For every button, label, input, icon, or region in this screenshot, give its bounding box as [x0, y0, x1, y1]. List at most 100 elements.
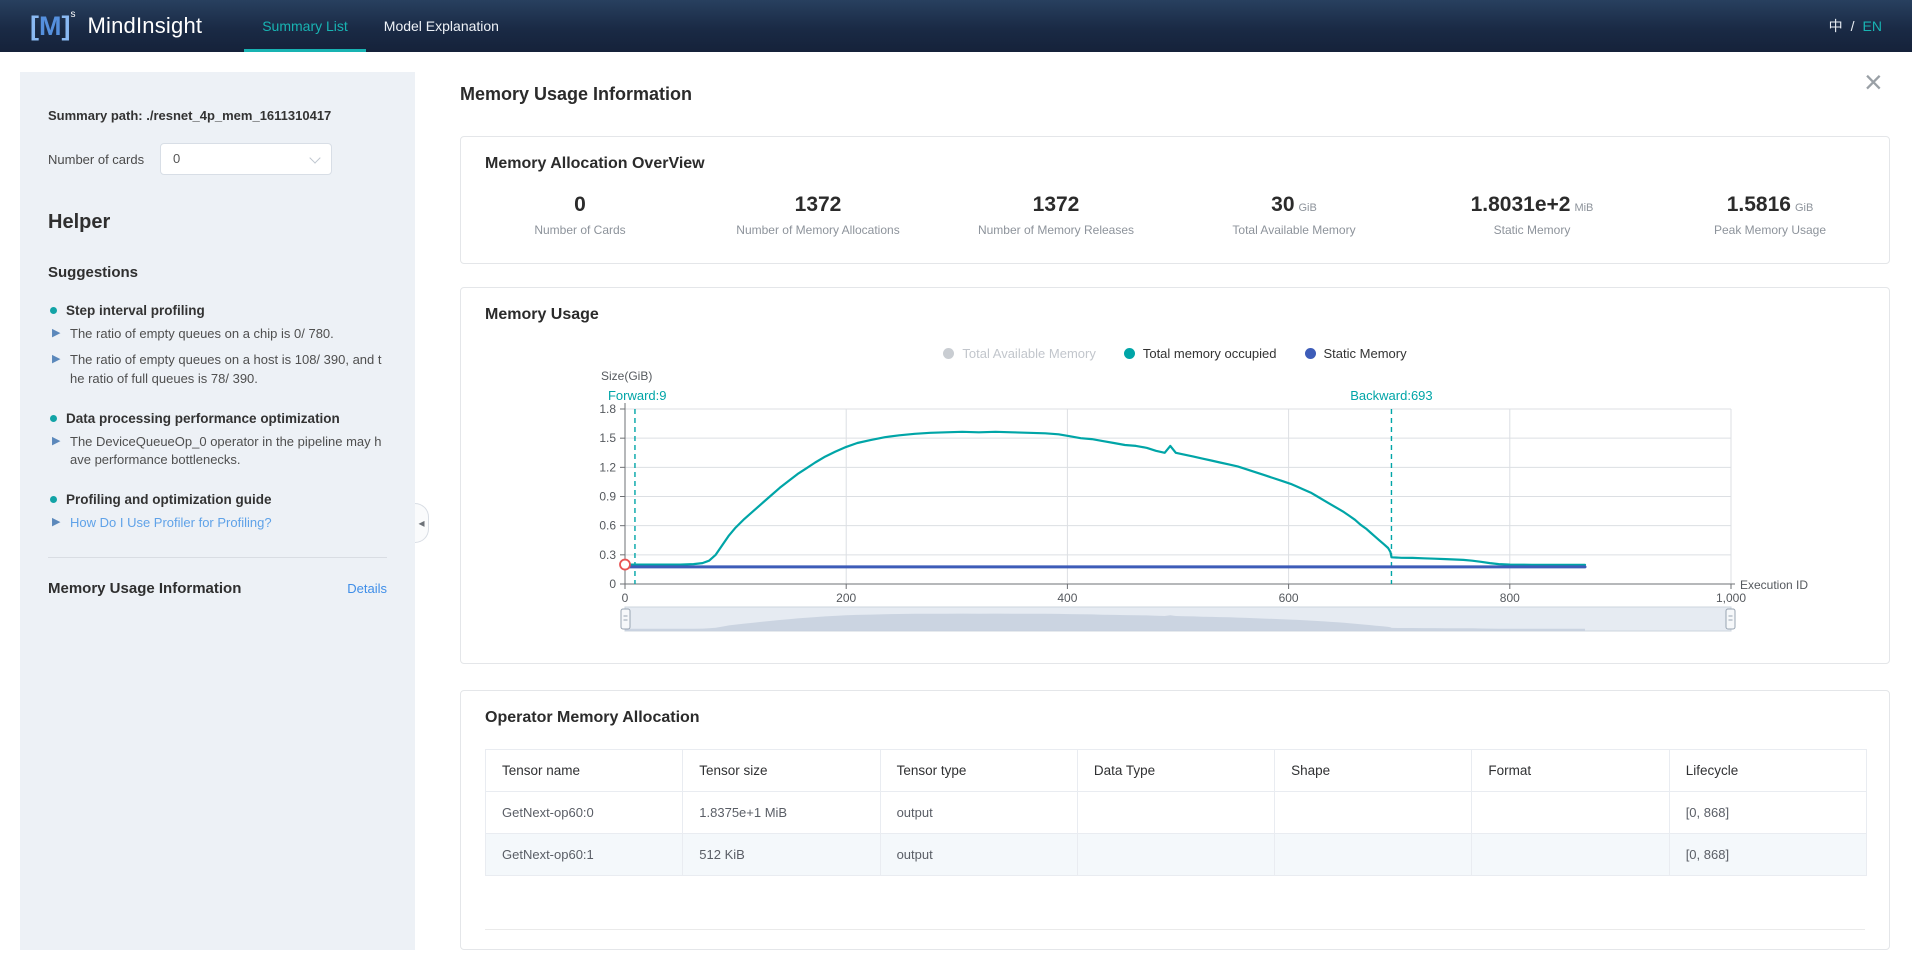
- logo-m: M: [39, 11, 62, 41]
- tab-summary-list[interactable]: Summary List: [244, 0, 366, 52]
- stat-label: Peak Memory Usage: [1651, 223, 1889, 237]
- suggestion-link-text: How Do I Use Profiler for Profiling?: [70, 515, 272, 530]
- y-tick-label: 0.3: [599, 548, 616, 562]
- slider-handle-grip: [1726, 609, 1735, 629]
- stat-value-line: 30 GiB: [1175, 193, 1413, 217]
- stat-item: 1.5816 GiB Peak Memory Usage: [1651, 193, 1889, 237]
- stat-value: 30: [1271, 193, 1294, 216]
- lang-en[interactable]: EN: [1863, 18, 1882, 34]
- close-icon[interactable]: ×: [1864, 66, 1883, 98]
- stat-item: 0Number of Cards: [461, 193, 699, 237]
- table-cell: output: [880, 792, 1077, 834]
- stat-value-line: 1372: [699, 193, 937, 217]
- suggestion-group: Profiling and optimization guide ▶How Do …: [48, 492, 387, 533]
- legend-label: Total memory occupied: [1143, 346, 1277, 361]
- suggestion-group-title: Step interval profiling: [48, 303, 387, 318]
- bullet-dot-icon: [50, 496, 57, 503]
- stat-label: Number of Memory Releases: [937, 223, 1175, 237]
- stat-value-line: 1372: [937, 193, 1175, 217]
- language-switcher: 中 / EN: [1829, 16, 1882, 36]
- chart-legend: Total Available Memory Total memory occup…: [461, 346, 1889, 361]
- table-header-row: Tensor nameTensor sizeTensor typeData Ty…: [486, 750, 1867, 792]
- bullet-dot-icon: [50, 415, 57, 422]
- x-tick-label: 400: [1057, 591, 1077, 605]
- table-cell: [1077, 792, 1274, 834]
- chevron-down-icon: [309, 152, 320, 163]
- stat-unit: MiB: [1574, 202, 1593, 214]
- stat-item: 30GiBTotal Available Memory: [1175, 193, 1413, 237]
- tab-model-explanation[interactable]: Model Explanation: [366, 0, 517, 52]
- overview-stats-row: 0Number of Cards1372Number of Memory All…: [461, 193, 1889, 237]
- table-cell: 1.8375e+1 MiB: [683, 792, 880, 834]
- stat-value: 1.5816: [1727, 193, 1791, 216]
- chevron-left-icon: ◂: [418, 516, 424, 530]
- triangle-right-icon: ▶: [52, 352, 60, 368]
- bullet-dot-icon: [50, 307, 57, 314]
- legend-label: Total Available Memory: [962, 346, 1095, 361]
- suggestion-item: ▶The ratio of empty queues on a chip is …: [48, 325, 387, 344]
- table-cell: [1472, 834, 1669, 876]
- stat-value: 0: [574, 193, 586, 216]
- table-cell: 512 KiB: [683, 834, 880, 876]
- suggestion-group-title-text: Step interval profiling: [66, 303, 205, 318]
- suggestion-group-title: Profiling and optimization guide: [48, 492, 387, 507]
- x-tick-label: 600: [1279, 591, 1299, 605]
- suggestion-item-text: The ratio of empty queues on a chip is 0…: [70, 326, 334, 341]
- memory-usage-card-title: Memory Usage: [485, 306, 599, 324]
- triangle-right-icon: ▶: [52, 434, 60, 450]
- table-cell: [1077, 834, 1274, 876]
- legend-label: Static Memory: [1324, 346, 1407, 361]
- stat-item: 1.8031e+2MiBStatic Memory: [1413, 193, 1651, 237]
- y-tick-label: 1.2: [599, 460, 616, 474]
- logo-bracket-right: ]: [62, 11, 71, 41]
- legend-item-total-memory-occupied[interactable]: Total memory occupied: [1124, 346, 1277, 361]
- memory-allocation-overview-card: Memory Allocation OverView 0Number of Ca…: [460, 136, 1890, 264]
- logo-superscript: s: [71, 9, 76, 20]
- chart-datazoom-slider[interactable]: [617, 605, 1739, 633]
- x-tick-label: 0: [622, 591, 629, 605]
- table-cell: [1275, 834, 1472, 876]
- lang-separator: /: [1851, 18, 1855, 34]
- table-row: GetNext-op60:1512 KiBoutput[0, 868]: [486, 834, 1867, 876]
- legend-dot-icon: [943, 348, 954, 359]
- y-tick-label: 1.5: [599, 431, 616, 445]
- slider-handle-right[interactable]: [1726, 609, 1735, 629]
- mindinsight-logo-icon[interactable]: [M]s: [30, 11, 76, 41]
- col-header-tensor-name: Tensor name: [486, 750, 683, 792]
- number-of-cards-select[interactable]: 0: [160, 143, 332, 175]
- number-of-cards-value: 0: [173, 151, 180, 166]
- logo-bracket-left: [: [30, 11, 39, 41]
- operator-memory-table: Tensor nameTensor sizeTensor typeData Ty…: [485, 749, 1867, 876]
- suggestion-item-text: The DeviceQueueOp_0 operator in the pipe…: [70, 434, 381, 468]
- sidebar-collapse-handle[interactable]: ◂: [415, 503, 429, 543]
- slider-handle-left[interactable]: [621, 609, 630, 629]
- summary-path: Summary path: ./resnet_4p_mem_1611310417: [48, 108, 387, 123]
- x-tick-label: 1,000: [1716, 591, 1746, 605]
- stat-item: 1372 Number of Memory Releases: [937, 193, 1175, 237]
- operator-memory-allocation-card: Operator Memory Allocation Tensor nameTe…: [460, 690, 1890, 950]
- stat-unit: GiB: [1795, 202, 1813, 214]
- stat-unit: GiB: [1299, 202, 1317, 214]
- profiler-guide-link[interactable]: ▶How Do I Use Profiler for Profiling?: [48, 514, 387, 533]
- stat-value-line: 1.8031e+2MiB: [1413, 193, 1651, 217]
- x-tick-label: 200: [836, 591, 856, 605]
- legend-item-total-available-memory[interactable]: Total Available Memory: [943, 346, 1095, 361]
- table-cell: GetNext-op60:1: [486, 834, 683, 876]
- suggestions-heading: Suggestions: [48, 264, 387, 281]
- details-link[interactable]: Details: [347, 581, 387, 596]
- stat-value: 1.8031e+2: [1471, 193, 1571, 216]
- table-cell: [1472, 792, 1669, 834]
- suggestions-list: Step interval profiling▶The ratio of emp…: [48, 303, 387, 533]
- stat-value-line: 0: [461, 193, 699, 217]
- mindinsight-app: [M]s MindInsight Summary List Model Expl…: [0, 0, 1912, 973]
- suggestion-item: ▶The ratio of empty queues on a host is …: [48, 351, 387, 389]
- legend-item-static-memory[interactable]: Static Memory: [1305, 346, 1407, 361]
- col-header-tensor-type: Tensor type: [880, 750, 1077, 792]
- memory-usage-chart[interactable]: 00.30.60.91.21.51.802004006008001,000Siz…: [461, 368, 1881, 610]
- helper-sidebar: Summary path: ./resnet_4p_mem_1611310417…: [20, 72, 415, 950]
- table-footer-divider: [485, 929, 1865, 930]
- y-tick-label: 0.9: [599, 490, 616, 504]
- table-cell: [1275, 792, 1472, 834]
- lang-zh[interactable]: 中: [1829, 16, 1843, 36]
- table-cell: GetNext-op60:0: [486, 792, 683, 834]
